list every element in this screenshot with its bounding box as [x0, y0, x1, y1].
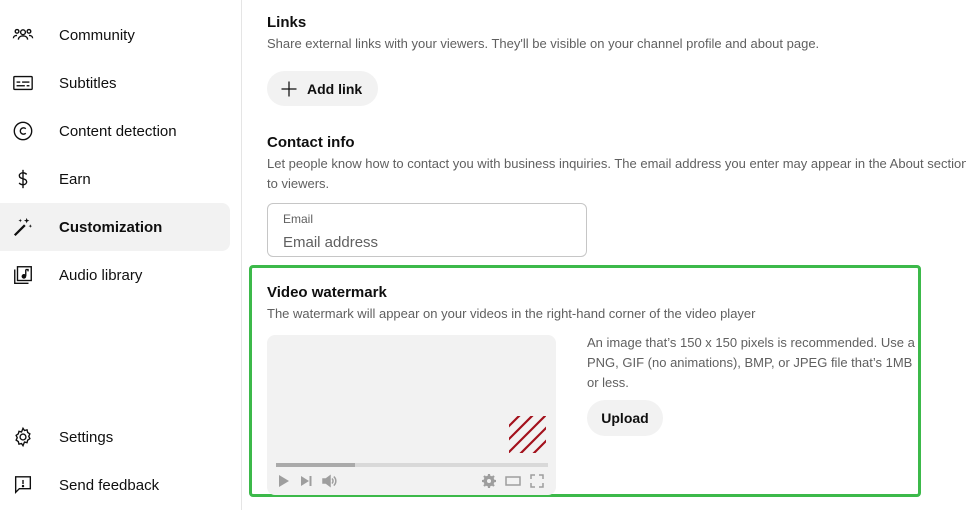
sidebar-item-label: Earn: [59, 170, 91, 188]
email-field[interactable]: Email: [267, 203, 587, 257]
contact-description-line1: Let people know how to contact you with …: [267, 156, 966, 171]
watermark-description: The watermark will appear on your videos…: [267, 306, 756, 321]
sidebar: Community Subtitles Content detection Ea…: [0, 0, 242, 510]
copyright-icon: [12, 120, 34, 142]
upload-button[interactable]: Upload: [587, 400, 663, 436]
dollar-icon: [12, 168, 34, 190]
volume-icon: [321, 473, 337, 489]
sidebar-item-label: Settings: [59, 428, 114, 446]
add-link-label: Add link: [307, 80, 363, 97]
sidebar-item-label: Audio library: [59, 266, 143, 284]
sidebar-item-subtitles[interactable]: Subtitles: [0, 59, 230, 107]
fullscreen-icon: [529, 473, 545, 489]
email-input[interactable]: [283, 232, 573, 252]
sidebar-item-customization[interactable]: Customization: [0, 203, 230, 251]
gear-icon: [12, 426, 34, 448]
plus-icon: [279, 79, 299, 99]
feedback-icon: [12, 474, 34, 496]
sidebar-item-earn[interactable]: Earn: [0, 155, 230, 203]
links-title: Links: [267, 14, 307, 31]
sidebar-item-label: Customization: [59, 218, 163, 236]
player-progress-fill: [276, 463, 355, 467]
community-icon: [12, 24, 34, 46]
sidebar-item-content-detection[interactable]: Content detection: [0, 107, 230, 155]
sidebar-item-audio-library[interactable]: Audio library: [0, 251, 230, 299]
email-label: Email: [283, 212, 314, 226]
sidebar-item-community[interactable]: Community: [0, 11, 230, 59]
contact-info-title: Contact info: [267, 134, 355, 151]
links-description: Share external links with your viewers. …: [267, 36, 820, 51]
add-link-button[interactable]: Add link: [267, 71, 379, 106]
settings-gear-icon: [481, 473, 497, 489]
watermark-preview-player: [267, 335, 556, 495]
audio-library-icon: [12, 264, 34, 286]
watermark-placeholder: [509, 416, 546, 453]
theater-mode-icon: [505, 473, 521, 489]
sidebar-item-send-feedback[interactable]: Send feedback: [0, 461, 230, 509]
main-content: Links Share external links with your vie…: [243, 0, 966, 510]
play-icon: [276, 473, 292, 489]
sidebar-item-label: Community: [59, 26, 135, 44]
sidebar-item-label: Send feedback: [59, 476, 160, 494]
sidebar-item-settings[interactable]: Settings: [0, 413, 230, 461]
watermark-help-text: An image that’s 150 x 150 pixels is reco…: [587, 335, 915, 390]
subtitles-icon: [12, 72, 34, 94]
next-icon: [298, 473, 314, 489]
magic-wand-icon: [12, 216, 34, 238]
watermark-title: Video watermark: [267, 284, 387, 301]
sidebar-item-label: Subtitles: [59, 74, 117, 92]
player-progress-track: [276, 463, 548, 467]
sidebar-item-label: Content detection: [59, 122, 177, 140]
contact-description-line2: to viewers.: [267, 176, 330, 191]
